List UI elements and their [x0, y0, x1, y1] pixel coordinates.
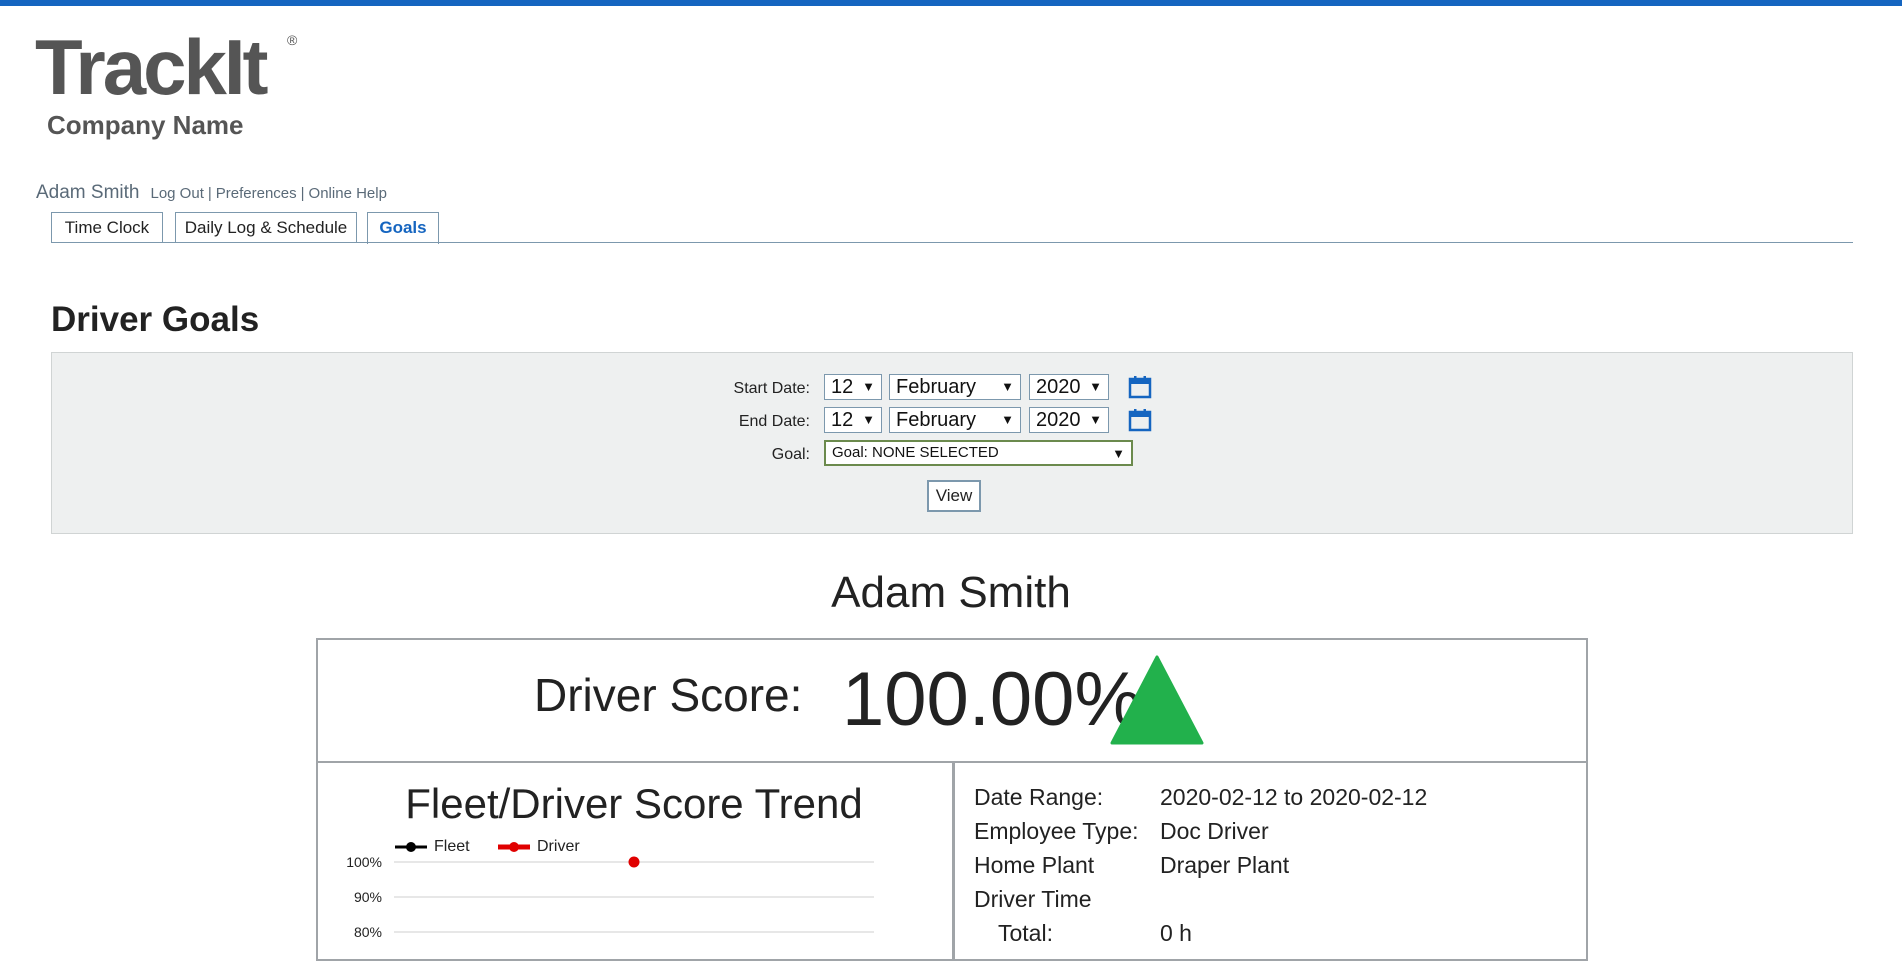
- y-tick-label: 80%: [354, 924, 382, 937]
- page-title: Driver Goals: [51, 300, 260, 339]
- end-month-select[interactable]: February ▼: [889, 407, 1021, 433]
- driver-name-heading: Adam Smith: [831, 568, 1071, 617]
- tab-underline: [51, 242, 1853, 243]
- end-month-value: February: [896, 409, 977, 431]
- y-tick-label: 100%: [346, 854, 382, 870]
- dropdown-arrow-icon: ▼: [1089, 412, 1102, 427]
- tab-time-clock[interactable]: Time Clock: [51, 212, 163, 242]
- driver-data-point: [628, 856, 640, 868]
- online-help-link[interactable]: Online Help: [309, 185, 387, 202]
- preferences-link[interactable]: Preferences: [216, 185, 297, 202]
- goal-select[interactable]: Goal: NONE SELECTED ▼: [824, 440, 1133, 466]
- tab-goals[interactable]: Goals: [367, 212, 439, 244]
- start-month-value: February: [896, 376, 977, 398]
- dropdown-arrow-icon: ▼: [862, 379, 875, 394]
- start-calendar-icon[interactable]: [1128, 375, 1152, 399]
- driver-score-value: 100.00%: [842, 657, 1143, 742]
- app-logo: TrackIt: [35, 23, 268, 111]
- end-year-value: 2020: [1036, 409, 1081, 431]
- goal-value: Goal: NONE SELECTED: [832, 444, 999, 461]
- end-date-label: End Date:: [738, 413, 810, 430]
- start-year-value: 2020: [1036, 376, 1081, 398]
- start-month-select[interactable]: February ▼: [889, 374, 1021, 400]
- user-bar: Adam Smith Log Out | Preferences | Online He…: [36, 182, 387, 204]
- tab-daily-log-schedule[interactable]: Daily Log & Schedule: [175, 212, 357, 242]
- dropdown-arrow-icon: ▼: [862, 412, 875, 427]
- up-arrow-icon: [1110, 655, 1204, 745]
- end-day-select[interactable]: 12 ▼: [824, 407, 882, 433]
- start-day-select[interactable]: 12 ▼: [824, 374, 882, 400]
- registered-mark: ®: [287, 32, 298, 48]
- company-name: Company Name: [47, 110, 244, 140]
- start-year-select[interactable]: 2020 ▼: [1029, 374, 1109, 400]
- y-tick-label: 90%: [354, 889, 382, 905]
- trend-chart: 100% 90% 80%: [346, 854, 874, 937]
- user-links: Log Out | Preferences | Online Help: [150, 185, 387, 202]
- end-year-select[interactable]: 2020 ▼: [1029, 407, 1109, 433]
- logout-link[interactable]: Log Out: [150, 185, 203, 202]
- trend-title: Fleet/Driver Score Trend: [405, 780, 863, 827]
- dropdown-arrow-icon: ▼: [1112, 446, 1125, 461]
- start-day-value: 12: [831, 376, 854, 398]
- dropdown-arrow-icon: ▼: [1089, 379, 1102, 394]
- end-calendar-icon[interactable]: [1128, 408, 1152, 432]
- end-day-value: 12: [831, 409, 854, 431]
- user-name: Adam Smith: [36, 182, 140, 203]
- start-date-label: Start Date:: [733, 380, 810, 397]
- goal-label: Goal:: [771, 446, 810, 463]
- dropdown-arrow-icon: ▼: [1001, 412, 1014, 427]
- driver-score-label: Driver Score:: [534, 669, 803, 721]
- view-button[interactable]: View: [927, 480, 981, 512]
- top-accent-bar: [0, 0, 1902, 6]
- dropdown-arrow-icon: ▼: [1001, 379, 1014, 394]
- info-panel-border: [952, 761, 1588, 961]
